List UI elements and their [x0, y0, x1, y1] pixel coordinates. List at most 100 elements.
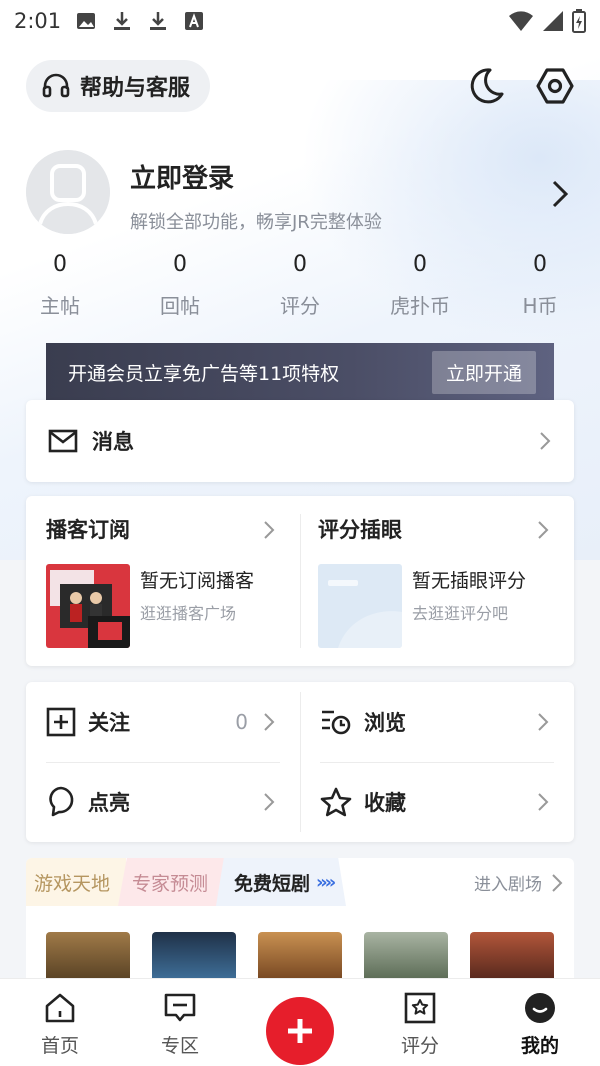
rating-placeholder-thumbnail	[318, 564, 402, 648]
signal-icon	[543, 11, 563, 31]
stat-hupu-coins[interactable]: 0 虎扑币	[360, 252, 480, 319]
home-icon	[45, 993, 75, 1023]
status-time: 2:01	[14, 9, 62, 33]
follow-count: 0	[235, 710, 248, 734]
lightbulb-icon	[49, 786, 74, 817]
download-icon	[114, 12, 131, 30]
drama-thumbnails	[46, 932, 554, 978]
podcast-section[interactable]: 播客订阅 暂无订阅播客 逛逛播客广场	[26, 496, 300, 666]
podcast-square-link[interactable]: 逛逛播客广场	[140, 600, 236, 624]
stat-value: 0	[293, 252, 307, 277]
feature-tabs: 游戏天地 专家预测 免费短剧»» 进入剧场	[26, 858, 574, 906]
nav-label: 专区	[160, 1035, 199, 1057]
chevron-right-icon	[264, 713, 275, 731]
vip-text: 开通会员立享免广告等11项特权	[68, 362, 340, 385]
feature-tabs-section: 游戏天地 专家预测 免费短剧»» 进入剧场	[26, 858, 574, 978]
battery-icon	[572, 9, 586, 33]
stat-value: 0	[173, 252, 187, 277]
enter-theater-link[interactable]: 进入剧场	[474, 870, 564, 895]
image-icon	[77, 13, 96, 29]
status-bar: 2:01	[0, 0, 600, 42]
divider	[320, 762, 554, 763]
star-icon	[320, 787, 352, 817]
drama-thumbnail[interactable]	[364, 932, 448, 978]
rating-go-link[interactable]: 去逛逛评分吧	[412, 600, 508, 624]
browse-history-item[interactable]: 浏览	[300, 682, 574, 762]
stat-posts[interactable]: 0 主帖	[0, 252, 120, 319]
rating-title: 评分插眼	[318, 518, 402, 542]
double-chevron-icon: »»	[316, 871, 336, 893]
stat-label: 主帖	[40, 294, 80, 318]
vip-banner[interactable]: 开通会员立享免广告等11项特权 立即开通	[46, 343, 554, 401]
rating-empty-text: 暂无插眼评分	[412, 570, 527, 592]
stat-replies[interactable]: 0 回帖	[120, 252, 240, 319]
drama-thumbnail[interactable]	[46, 932, 130, 978]
divider	[46, 762, 280, 763]
download-icon	[150, 12, 167, 30]
follow-label: 关注	[88, 711, 130, 735]
nav-mine[interactable]: 我的	[480, 979, 600, 1066]
stat-value: 0	[53, 252, 67, 277]
settings-icon[interactable]	[533, 64, 577, 108]
drama-thumbnail[interactable]	[152, 932, 236, 978]
vip-open-button[interactable]: 立即开通	[431, 350, 536, 394]
avatar[interactable]	[26, 150, 110, 234]
chevron-right-icon[interactable]	[546, 178, 574, 210]
enter-theater-label: 进入剧场	[474, 875, 542, 895]
collection-item[interactable]: 收藏	[300, 762, 574, 842]
login-title[interactable]: 立即登录	[130, 158, 234, 195]
chevron-right-icon	[264, 793, 275, 811]
drama-thumbnail[interactable]	[470, 932, 554, 978]
rating-section[interactable]: 评分插眼 暂无插眼评分 去逛逛评分吧	[300, 496, 574, 666]
history-icon	[322, 710, 351, 735]
messages-row[interactable]: 消息	[26, 400, 574, 482]
follow-item[interactable]: 关注 0	[26, 682, 300, 762]
tab-label: 免费短剧	[234, 872, 311, 895]
stat-label: 评分	[280, 294, 320, 318]
stat-value: 0	[533, 252, 547, 277]
help-and-support-button[interactable]: 帮助与客服	[26, 60, 211, 112]
stat-label: 回帖	[160, 294, 200, 318]
light-up-item[interactable]: 点亮	[26, 762, 300, 842]
profile-icon	[525, 993, 555, 1023]
podcast-title: 播客订阅	[46, 518, 130, 542]
nav-rating[interactable]: 评分	[360, 979, 480, 1066]
default-avatar-icon	[26, 150, 110, 234]
login-subtitle: 解锁全部功能，畅享JR完整体验	[130, 212, 382, 233]
divider	[300, 692, 301, 832]
nav-zone[interactable]: 专区	[120, 979, 240, 1066]
mail-icon	[48, 429, 78, 453]
nav-home[interactable]: 首页	[0, 979, 120, 1066]
stat-ratings[interactable]: 0 评分	[240, 252, 360, 319]
chevron-right-icon	[540, 432, 551, 450]
stat-h-coins[interactable]: 0 H币	[480, 252, 600, 319]
tab-label: 游戏天地	[34, 872, 111, 895]
add-box-icon	[46, 707, 76, 737]
nav-post[interactable]	[240, 979, 360, 1066]
plus-icon	[288, 1019, 312, 1043]
collection-label: 收藏	[364, 791, 406, 815]
stat-value: 0	[413, 252, 427, 277]
stat-label: H币	[522, 294, 558, 318]
star-box-icon	[404, 992, 436, 1024]
tab-games[interactable]: 游戏天地	[26, 858, 126, 906]
chevron-right-icon	[538, 521, 549, 539]
font-icon	[185, 12, 204, 30]
bottom-navigation: 首页 专区 评分 我的	[0, 978, 600, 1066]
browse-label: 浏览	[364, 711, 406, 735]
stats-row: 0 主帖 0 回帖 0 评分 0 虎扑币 0 H币	[0, 252, 600, 319]
light-up-label: 点亮	[88, 791, 130, 815]
podcast-rating-card: 播客订阅 暂无订阅播客 逛逛播客广场 评分插眼 暂无插眼评分 去逛逛评分吧	[26, 496, 574, 666]
chevron-right-icon	[552, 873, 563, 892]
tab-expert-predictions[interactable]: 专家预测	[118, 858, 228, 906]
help-label: 帮助与客服	[80, 76, 191, 101]
tab-free-short-dramas[interactable]: 免费短剧»»	[216, 858, 346, 906]
nav-label: 首页	[40, 1035, 79, 1057]
moon-icon[interactable]	[464, 64, 508, 108]
drama-thumbnail[interactable]	[258, 932, 342, 978]
tab-label: 专家预测	[132, 872, 209, 895]
wifi-icon	[509, 11, 533, 31]
shortcuts-grid: 关注 0 浏览 点亮 收藏	[26, 682, 574, 842]
create-post-button[interactable]	[266, 997, 334, 1065]
chevron-right-icon	[538, 713, 549, 731]
